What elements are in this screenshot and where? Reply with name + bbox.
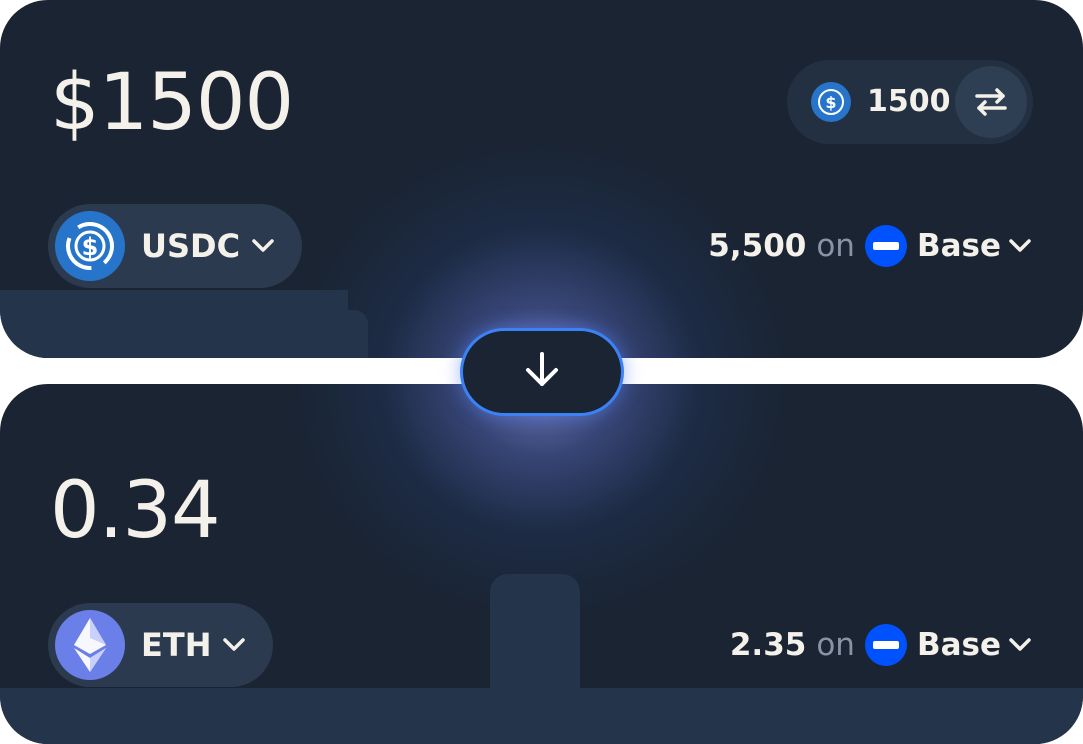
decorative-shape [0, 290, 348, 358]
swap-direction-button[interactable] [460, 328, 624, 416]
decorative-shape [490, 574, 580, 744]
chevron-down-icon [250, 237, 276, 255]
converted-value: 1500 [867, 84, 951, 119]
buy-card: 0.34 ETH 2.35 on Base [0, 384, 1083, 744]
decorative-shape [330, 310, 368, 358]
sell-card: $1500 $ 1500 $ USDC 5,500 on Base [0, 0, 1083, 358]
svg-text:$: $ [825, 93, 836, 112]
buy-token-selector[interactable]: ETH [48, 603, 274, 687]
sell-token-symbol: USDC [141, 227, 241, 265]
buy-token-symbol: ETH [141, 626, 212, 664]
on-label: on [816, 627, 855, 663]
base-network-icon [864, 624, 907, 666]
swap-arrows-icon[interactable] [955, 66, 1027, 138]
buy-amount[interactable]: 0.34 [50, 472, 221, 550]
sell-network-name[interactable]: Base [917, 228, 1001, 264]
sell-amount[interactable]: $1500 [50, 64, 294, 142]
buy-network-name[interactable]: Base [917, 627, 1001, 663]
usdc-icon: $ [811, 82, 851, 122]
usdc-icon: $ [55, 211, 125, 281]
buy-balance-value: 2.35 [729, 627, 807, 663]
sell-balance: 5,500 on Base [708, 224, 1033, 268]
buy-balance: 2.35 on Base [730, 623, 1033, 667]
base-network-icon [864, 225, 907, 267]
arrow-down-icon [520, 348, 564, 396]
chevron-down-icon[interactable] [1007, 636, 1033, 654]
chevron-down-icon[interactable] [1007, 237, 1033, 255]
sell-balance-value: 5,500 [708, 228, 807, 264]
currency-converter: $ 1500 [787, 60, 1033, 144]
svg-text:$: $ [82, 233, 99, 261]
sell-token-selector[interactable]: $ USDC [48, 204, 303, 288]
eth-icon [55, 610, 125, 680]
chevron-down-icon [221, 636, 247, 654]
on-label: on [816, 228, 855, 264]
